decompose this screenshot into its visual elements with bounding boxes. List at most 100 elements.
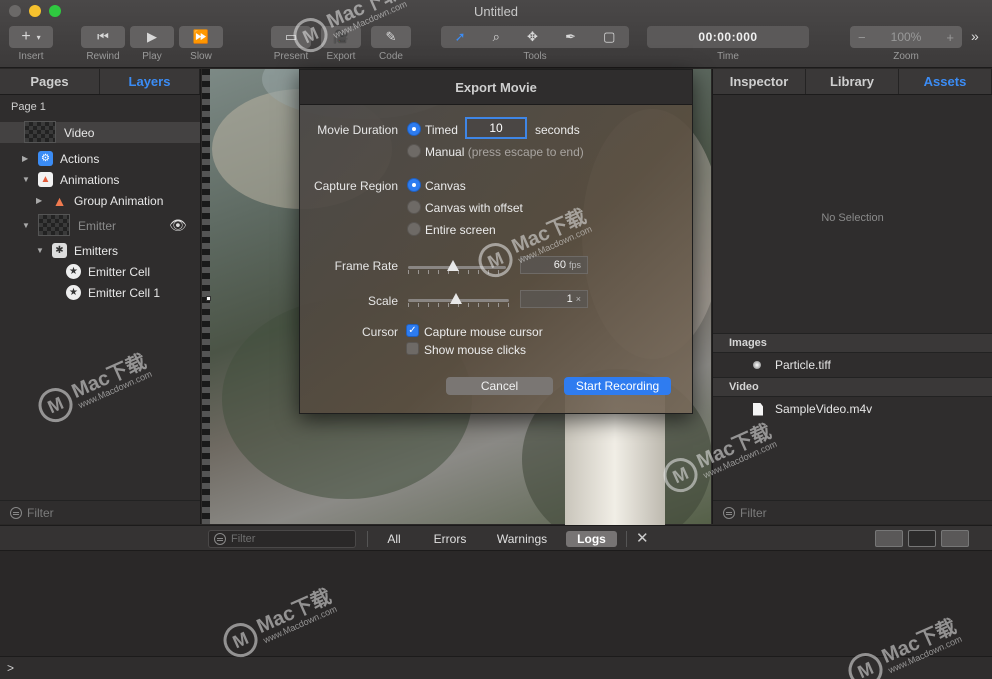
divider [367,531,368,547]
entire-screen-label: Entire screen [425,223,496,237]
tab-pages[interactable]: Pages [0,69,100,94]
insert-button[interactable]: + ▾ [9,26,53,48]
magnifier-icon[interactable]: ⌕ [493,29,500,45]
timed-duration-input[interactable]: 10 [465,117,527,139]
canvas-with-offset-radio[interactable] [407,200,421,214]
time-label: Time [717,51,739,62]
move-icon[interactable]: ✥ [527,29,538,45]
document-icon [753,402,763,416]
capture-mouse-label: Capture mouse cursor [424,325,543,339]
filter-placeholder: Filter [27,505,54,520]
layout-right-pane-button[interactable] [941,530,969,547]
pointer-icon[interactable]: ➚ [455,29,466,45]
layout-bottom-pane-button[interactable] [908,530,936,547]
layer-animations[interactable]: ▼ ▲ Animations [0,169,200,190]
left-panel-tabs: Pages Layers [0,69,200,95]
export-button[interactable]: 🎥 [321,26,361,48]
asset-label: SampleVideo.m4v [775,402,873,416]
emitter-thumbnail [38,214,70,236]
emitters-icon: ✱ [52,243,67,258]
frame-rate-unit: fps [568,260,581,270]
rewind-button[interactable]: ⏮ [81,26,125,48]
pen-icon[interactable]: ✒ [565,29,576,45]
assets-filter[interactable]: Filter [713,500,992,524]
frame-rate-knob[interactable] [447,260,459,271]
console-prompt[interactable]: > [0,656,992,679]
layer-emitter-cell[interactable]: ★ Emitter Cell [0,261,200,282]
console-tab-logs[interactable]: Logs [566,531,617,547]
console-tab-errors[interactable]: Errors [428,531,472,547]
layer-label: Emitter [78,218,117,233]
disclosure-expanded-icon[interactable]: ▼ [36,246,44,255]
manual-option: Manual (press escape to end) [425,145,584,159]
timed-label: Timed [425,123,458,137]
animations-icon: ▲ [38,172,53,187]
toolbar-overflow-icon[interactable]: » [971,28,979,44]
resize-handle[interactable] [206,296,211,301]
asset-sample-video[interactable]: SampleVideo.m4v [713,398,992,420]
actions-icon: ⚙ [38,151,53,166]
layout-left-pane-button[interactable] [875,530,903,547]
entire-screen-radio[interactable] [407,222,421,236]
rewind-icon: ⏮ [97,29,109,44]
window-title: Untitled [473,4,519,19]
layer-emitter-cell-1[interactable]: ★ Emitter Cell 1 [0,282,200,303]
canvas-with-offset-label: Canvas with offset [425,201,523,215]
layer-emitter[interactable]: ▼ Emitter 👁 [0,214,200,236]
manual-radio[interactable] [407,144,421,158]
tab-assets[interactable]: Assets [899,69,992,94]
zoom-in-icon[interactable]: + [946,30,954,45]
capture-region-label: Capture Region [313,179,398,193]
time-display: 00:00:000 [647,26,809,48]
tools-segmented-control: ➚ ⌕ ✥ ✒ ▢ [441,26,629,48]
present-button[interactable]: ▭ [271,26,311,48]
scale-field[interactable]: 1 × [520,290,588,308]
asset-particle[interactable]: Particle.tiff [713,354,992,376]
capture-mouse-checkbox[interactable]: ✓ [406,324,419,337]
console-filter-input[interactable]: Filter [208,530,356,548]
show-clicks-checkbox[interactable] [406,342,419,355]
layer-video[interactable]: Video [0,121,200,143]
show-clicks-label: Show mouse clicks [424,343,527,357]
zoom-label: Zoom [893,51,919,62]
close-icon[interactable]: ✕ [636,529,649,547]
frame-rate-label: Frame Rate [334,259,398,273]
layer-label: Emitter Cell [88,264,151,279]
play-icon: ▶ [147,29,157,44]
tab-inspector[interactable]: Inspector [713,69,806,94]
layer-group-animation[interactable]: ▶ ▲ Group Animation [0,190,200,211]
timed-radio[interactable] [407,122,421,136]
manual-hint: (press escape to end) [467,145,584,159]
disclosure-collapsed-icon[interactable]: ▶ [36,196,42,205]
frame-rate-field[interactable]: 60 fps [520,256,588,274]
code-button[interactable]: ✎ [371,26,411,48]
tab-layers[interactable]: Layers [100,69,200,94]
scale-unit: × [575,294,581,304]
console-toolbar: Filter All Errors Warnings Logs ✕ [0,525,992,551]
visibility-eye-icon[interactable]: 👁 [169,217,187,234]
scale-knob[interactable] [450,293,462,304]
start-recording-button[interactable]: Start Recording [564,377,671,395]
zoom-out-icon[interactable]: − [858,30,866,45]
console-tab-warnings[interactable]: Warnings [493,531,551,547]
disclosure-expanded-icon[interactable]: ▼ [22,175,30,184]
disclosure-collapsed-icon[interactable]: ▶ [22,154,28,163]
layer-label: Video [64,125,95,140]
video-thumbnail [24,121,56,143]
tab-library[interactable]: Library [806,69,899,94]
rewind-label: Rewind [86,51,120,62]
play-button[interactable]: ▶ [130,26,174,48]
canvas-radio[interactable] [407,178,421,192]
scale-label: Scale [367,294,398,308]
layer-emitters[interactable]: ▼ ✱ Emitters [0,240,200,261]
export-label: Export [326,51,356,62]
disclosure-expanded-icon[interactable]: ▼ [22,221,30,230]
slow-button[interactable]: ⏩ [179,26,223,48]
layers-filter[interactable]: Filter [0,500,200,524]
console-tab-all[interactable]: All [380,531,408,547]
console-log-area[interactable] [0,552,992,656]
cancel-button[interactable]: Cancel [446,377,553,395]
shape-icon[interactable]: ▢ [603,29,615,45]
movie-duration-label: Movie Duration [317,123,398,137]
layer-actions[interactable]: ▶ ⚙ Actions [0,148,200,169]
